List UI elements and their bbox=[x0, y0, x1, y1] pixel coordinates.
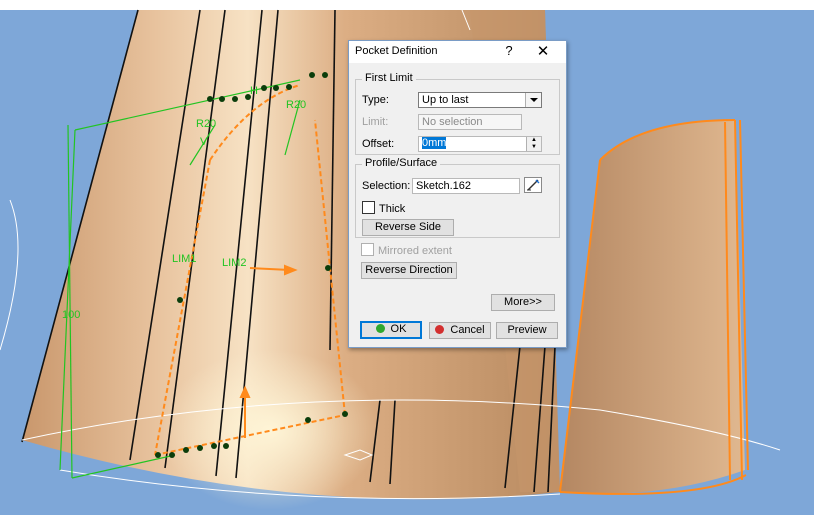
mirrored-extent-label: Mirrored extent bbox=[378, 245, 452, 257]
close-icon[interactable]: ✕ bbox=[535, 42, 551, 60]
preview-label: Preview bbox=[507, 324, 547, 336]
cancel-icon bbox=[435, 325, 445, 334]
limit-field bbox=[418, 114, 522, 130]
surface-highlight bbox=[160, 350, 380, 510]
offset-label: Offset: bbox=[362, 138, 395, 150]
profile-surface-legend: Profile/Surface bbox=[362, 157, 441, 169]
more-label: More>> bbox=[504, 296, 542, 308]
spin-down-icon[interactable]: ▼ bbox=[527, 144, 541, 151]
type-value: Up to last bbox=[422, 94, 469, 106]
sketch-edit-button[interactable] bbox=[524, 177, 542, 193]
offset-field[interactable]: 0mm ▲ ▼ bbox=[418, 136, 542, 152]
ok-icon bbox=[375, 324, 385, 333]
cancel-button[interactable]: Cancel bbox=[429, 322, 491, 339]
lim2-label[interactable]: LIM2 bbox=[222, 257, 246, 269]
vertical-constraint-label: V bbox=[200, 136, 208, 148]
reverse-direction-label: Reverse Direction bbox=[365, 264, 453, 276]
spin-up-icon[interactable]: ▲ bbox=[527, 137, 541, 144]
thick-checkbox[interactable]: Thick bbox=[362, 201, 405, 215]
top-strip bbox=[0, 0, 821, 10]
radius-left-label[interactable]: R20 bbox=[196, 118, 216, 130]
pocket-definition-dialog[interactable]: Pocket Definition ? ✕ First Limit Type: … bbox=[348, 40, 567, 348]
dialog-title: Pocket Definition bbox=[355, 45, 438, 57]
selection-field[interactable] bbox=[412, 178, 520, 194]
sketch-edit-icon bbox=[527, 179, 540, 191]
limit-input bbox=[419, 115, 521, 129]
dialog-titlebar[interactable]: Pocket Definition ? ✕ bbox=[349, 41, 566, 63]
profile-surface-group: Profile/Surface Selection: Thick Reverse… bbox=[355, 157, 560, 238]
chevron-down-icon[interactable] bbox=[525, 93, 541, 107]
reverse-side-button[interactable]: Reverse Side bbox=[362, 219, 454, 236]
cancel-label: Cancel bbox=[450, 324, 485, 336]
preview-button[interactable]: Preview bbox=[496, 322, 558, 339]
reverse-side-label: Reverse Side bbox=[374, 221, 442, 233]
dimension-100-label[interactable]: 100 bbox=[62, 309, 80, 321]
selection-input[interactable] bbox=[413, 179, 519, 193]
thick-checkbox-box[interactable] bbox=[362, 201, 375, 214]
ok-button[interactable]: OK bbox=[360, 321, 422, 339]
type-dropdown[interactable]: Up to last bbox=[418, 92, 542, 108]
first-limit-group: First Limit Type: Up to last Limit: Offs… bbox=[355, 72, 560, 155]
lim1-label[interactable]: LIM1 bbox=[172, 253, 196, 265]
mirrored-extent-box bbox=[361, 243, 374, 256]
first-limit-legend: First Limit bbox=[362, 72, 416, 84]
reverse-direction-button[interactable]: Reverse Direction bbox=[361, 262, 457, 279]
ok-label: OK bbox=[390, 323, 407, 335]
help-button[interactable]: ? bbox=[501, 43, 517, 58]
mirrored-extent-checkbox: Mirrored extent bbox=[361, 243, 452, 257]
right-strip bbox=[814, 0, 821, 515]
horizontal-constraint-label: H bbox=[250, 85, 258, 97]
type-label: Type: bbox=[362, 94, 389, 106]
thick-label: Thick bbox=[379, 203, 406, 215]
more-button[interactable]: More>> bbox=[491, 294, 555, 311]
limit-label: Limit: bbox=[362, 116, 389, 128]
offset-input[interactable]: 0mm bbox=[422, 137, 447, 149]
selection-label: Selection: bbox=[362, 180, 411, 192]
offset-spinner[interactable]: ▲ ▼ bbox=[526, 137, 541, 151]
radius-right-label[interactable]: R20 bbox=[286, 99, 306, 111]
